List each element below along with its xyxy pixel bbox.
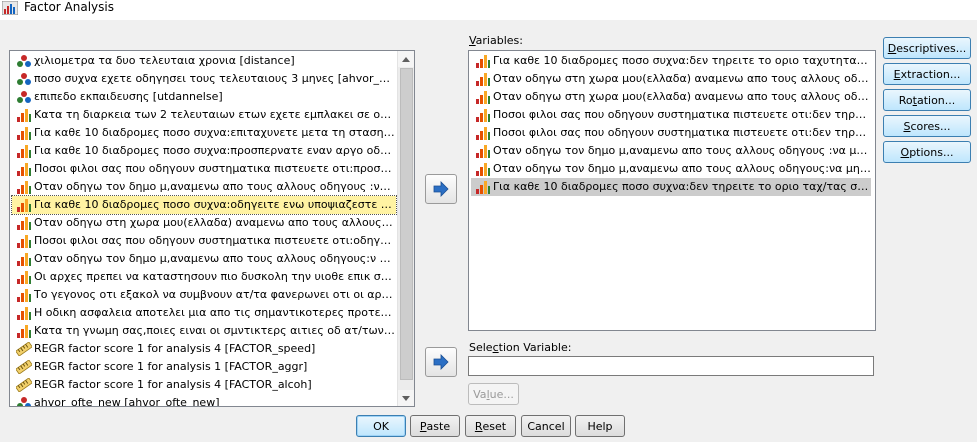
variables-list-item[interactable]: Οταν οδηγω τον δημο μ,αναμενω απο τους α… bbox=[471, 160, 871, 178]
variables-list-item[interactable]: Ποσοι φιλοι σας που οδηγουν συστηματικα … bbox=[471, 106, 871, 124]
nominal-variable-icon bbox=[16, 396, 32, 406]
ordinal-variable-icon bbox=[16, 144, 32, 158]
source-list-scrollbar[interactable] bbox=[397, 51, 414, 406]
source-variable-item[interactable]: Ποσοι φιλοι σας που οδηγουν συστηματικα … bbox=[12, 160, 396, 178]
cancel-button[interactable]: Cancel bbox=[521, 415, 571, 437]
scrollbar-thumb[interactable] bbox=[400, 68, 413, 380]
source-variable-item[interactable]: Οταν οδηγω τον δημο μ,αναμενω απο τους α… bbox=[12, 178, 396, 196]
ordinal-variable-icon bbox=[475, 54, 491, 68]
window-title: Factor Analysis bbox=[24, 0, 114, 14]
variables-list-item[interactable]: Για καθε 10 διαδρομες ποσο συχνα:δεν τηρ… bbox=[471, 52, 871, 70]
options-button[interactable]: Options... bbox=[883, 141, 971, 163]
source-variable-item[interactable]: REGR factor score 1 for analysis 1 [FACT… bbox=[12, 358, 396, 376]
source-variable-item[interactable]: Κατα τη γνωμη σας,ποιες ειναι οι σμντικτ… bbox=[12, 322, 396, 340]
source-variable-item[interactable]: Οταν οδηγω τον δημο μ,αναμενω απο τους α… bbox=[12, 250, 396, 268]
source-variable-item[interactable]: Οι αρχες πρεπει να καταστησουν πιο δυσκο… bbox=[12, 268, 396, 286]
move-to-selection-variable-button[interactable] bbox=[425, 347, 457, 377]
source-variable-list[interactable]: χιλιομετρα τα δυο τελευταια χρονια [dist… bbox=[9, 50, 415, 407]
value-button[interactable]: Va l ue... bbox=[468, 383, 519, 405]
ordinal-variable-icon bbox=[16, 252, 32, 266]
selection-variable-label: Selection Variable: bbox=[469, 341, 572, 354]
ordinal-variable-icon bbox=[475, 72, 491, 86]
nominal-variable-icon bbox=[16, 72, 32, 86]
source-variable-item[interactable]: Οταν οδηγω στη χωρα μου(ελλαδα) αναμενω … bbox=[12, 214, 396, 232]
title-bar: Factor Analysis bbox=[0, 0, 977, 20]
variables-list-item[interactable]: Ποσοι φιλοι σας που οδηγουν συστηματικα … bbox=[471, 124, 871, 142]
source-variable-item[interactable]: Η οδικη ασφαλεια αποτελει μια απο τις ση… bbox=[12, 304, 396, 322]
reset-button[interactable]: Reset bbox=[465, 415, 516, 437]
source-variable-item[interactable]: χιλιομετρα τα δυο τελευταια χρονια [dist… bbox=[12, 52, 396, 70]
variables-list-item[interactable]: Οταν οδηγω στη χωρα μου(ελλαδα) αναμενω … bbox=[471, 88, 871, 106]
scale-variable-icon bbox=[15, 359, 33, 375]
nominal-variable-icon bbox=[16, 90, 32, 104]
scores-button[interactable]: Scores... bbox=[883, 115, 971, 137]
ordinal-variable-icon bbox=[16, 108, 32, 122]
scroll-up-arrow-icon bbox=[402, 56, 410, 62]
ordinal-variable-icon bbox=[16, 198, 32, 212]
scale-variable-icon bbox=[15, 377, 33, 393]
source-variable-item[interactable]: Για καθε 10 διαδρομες ποσο συχνα:επιταχυ… bbox=[12, 124, 396, 142]
source-variable-item[interactable]: ποσο συχνα εχετε οδηγησει τους τελευταιο… bbox=[12, 70, 396, 88]
ordinal-variable-icon bbox=[16, 288, 32, 302]
selection-variable-field[interactable] bbox=[468, 356, 874, 376]
variables-list-item-selected[interactable]: Για καθε 10 διαδρομες ποσο συχνα:δεν τηρ… bbox=[471, 178, 871, 196]
nominal-variable-icon bbox=[16, 54, 32, 68]
ordinal-variable-icon bbox=[475, 180, 491, 194]
ordinal-variable-icon bbox=[16, 306, 32, 320]
variables-label: Variables: bbox=[469, 34, 523, 47]
variables-list-item[interactable]: Οταν οδηγω στη χωρα μου(ελλαδα) αναμενω … bbox=[471, 70, 871, 88]
scroll-down-arrow-icon bbox=[402, 395, 410, 401]
ordinal-variable-icon bbox=[16, 162, 32, 176]
help-button[interactable]: Help bbox=[575, 415, 625, 437]
variables-list[interactable]: Για καθε 10 διαδρομες ποσο συχνα:δεν τηρ… bbox=[468, 50, 876, 331]
ordinal-variable-icon bbox=[475, 108, 491, 122]
descriptives-button[interactable]: Descriptives... bbox=[883, 37, 971, 59]
ok-button[interactable]: OK bbox=[356, 415, 406, 437]
ordinal-variable-icon bbox=[475, 126, 491, 140]
ordinal-variable-icon bbox=[16, 216, 32, 230]
ordinal-variable-icon bbox=[16, 234, 32, 248]
source-variable-item[interactable]: Το γεγονος οτι εξακολ να συμβνουν ατ/τα … bbox=[12, 286, 396, 304]
source-variable-item[interactable]: Ποσοι φιλοι σας που οδηγουν συστηματικα … bbox=[12, 232, 396, 250]
spss-app-icon bbox=[1, 0, 19, 16]
scroll-down-button[interactable] bbox=[398, 390, 414, 406]
ordinal-variable-icon bbox=[475, 162, 491, 176]
rotation-button[interactable]: Ro t ation... bbox=[883, 89, 971, 111]
source-variable-item[interactable]: Για καθε 10 διαδρομες ποσο συχνα:προσπερ… bbox=[12, 142, 396, 160]
ordinal-variable-icon bbox=[16, 126, 32, 140]
scale-variable-icon bbox=[15, 341, 33, 357]
source-variable-item-selected[interactable]: Για καθε 10 διαδρομες ποσο συχνα:οδηγειτ… bbox=[11, 195, 397, 215]
source-variable-item[interactable]: REGR factor score 1 for analysis 4 [FACT… bbox=[12, 376, 396, 394]
source-variable-item[interactable]: REGR factor score 1 for analysis 4 [FACT… bbox=[12, 340, 396, 358]
ordinal-variable-icon bbox=[475, 90, 491, 104]
variables-list-item[interactable]: Οταν οδηγω τον δημο μ,αναμενω απο τους α… bbox=[471, 142, 871, 160]
ordinal-variable-icon bbox=[16, 270, 32, 284]
ordinal-variable-icon bbox=[16, 180, 32, 194]
scroll-up-button[interactable] bbox=[398, 51, 414, 67]
ordinal-variable-icon bbox=[475, 144, 491, 158]
extraction-button[interactable]: Extraction... bbox=[883, 63, 971, 85]
right-arrow-icon bbox=[433, 181, 449, 197]
source-variable-item[interactable]: Κατα τη διαρκεια των 2 τελευταιων ετων ε… bbox=[12, 106, 396, 124]
right-arrow-icon bbox=[433, 354, 449, 370]
source-variable-item[interactable]: ahvor_ofte_new [ahvor_ofte_new] bbox=[12, 394, 396, 406]
source-variable-item[interactable]: επιπεδο εκπαιδευσης [utdannelse] bbox=[12, 88, 396, 106]
ordinal-variable-icon bbox=[16, 324, 32, 338]
move-to-variables-button[interactable] bbox=[425, 174, 457, 204]
paste-button[interactable]: Paste bbox=[410, 415, 460, 437]
